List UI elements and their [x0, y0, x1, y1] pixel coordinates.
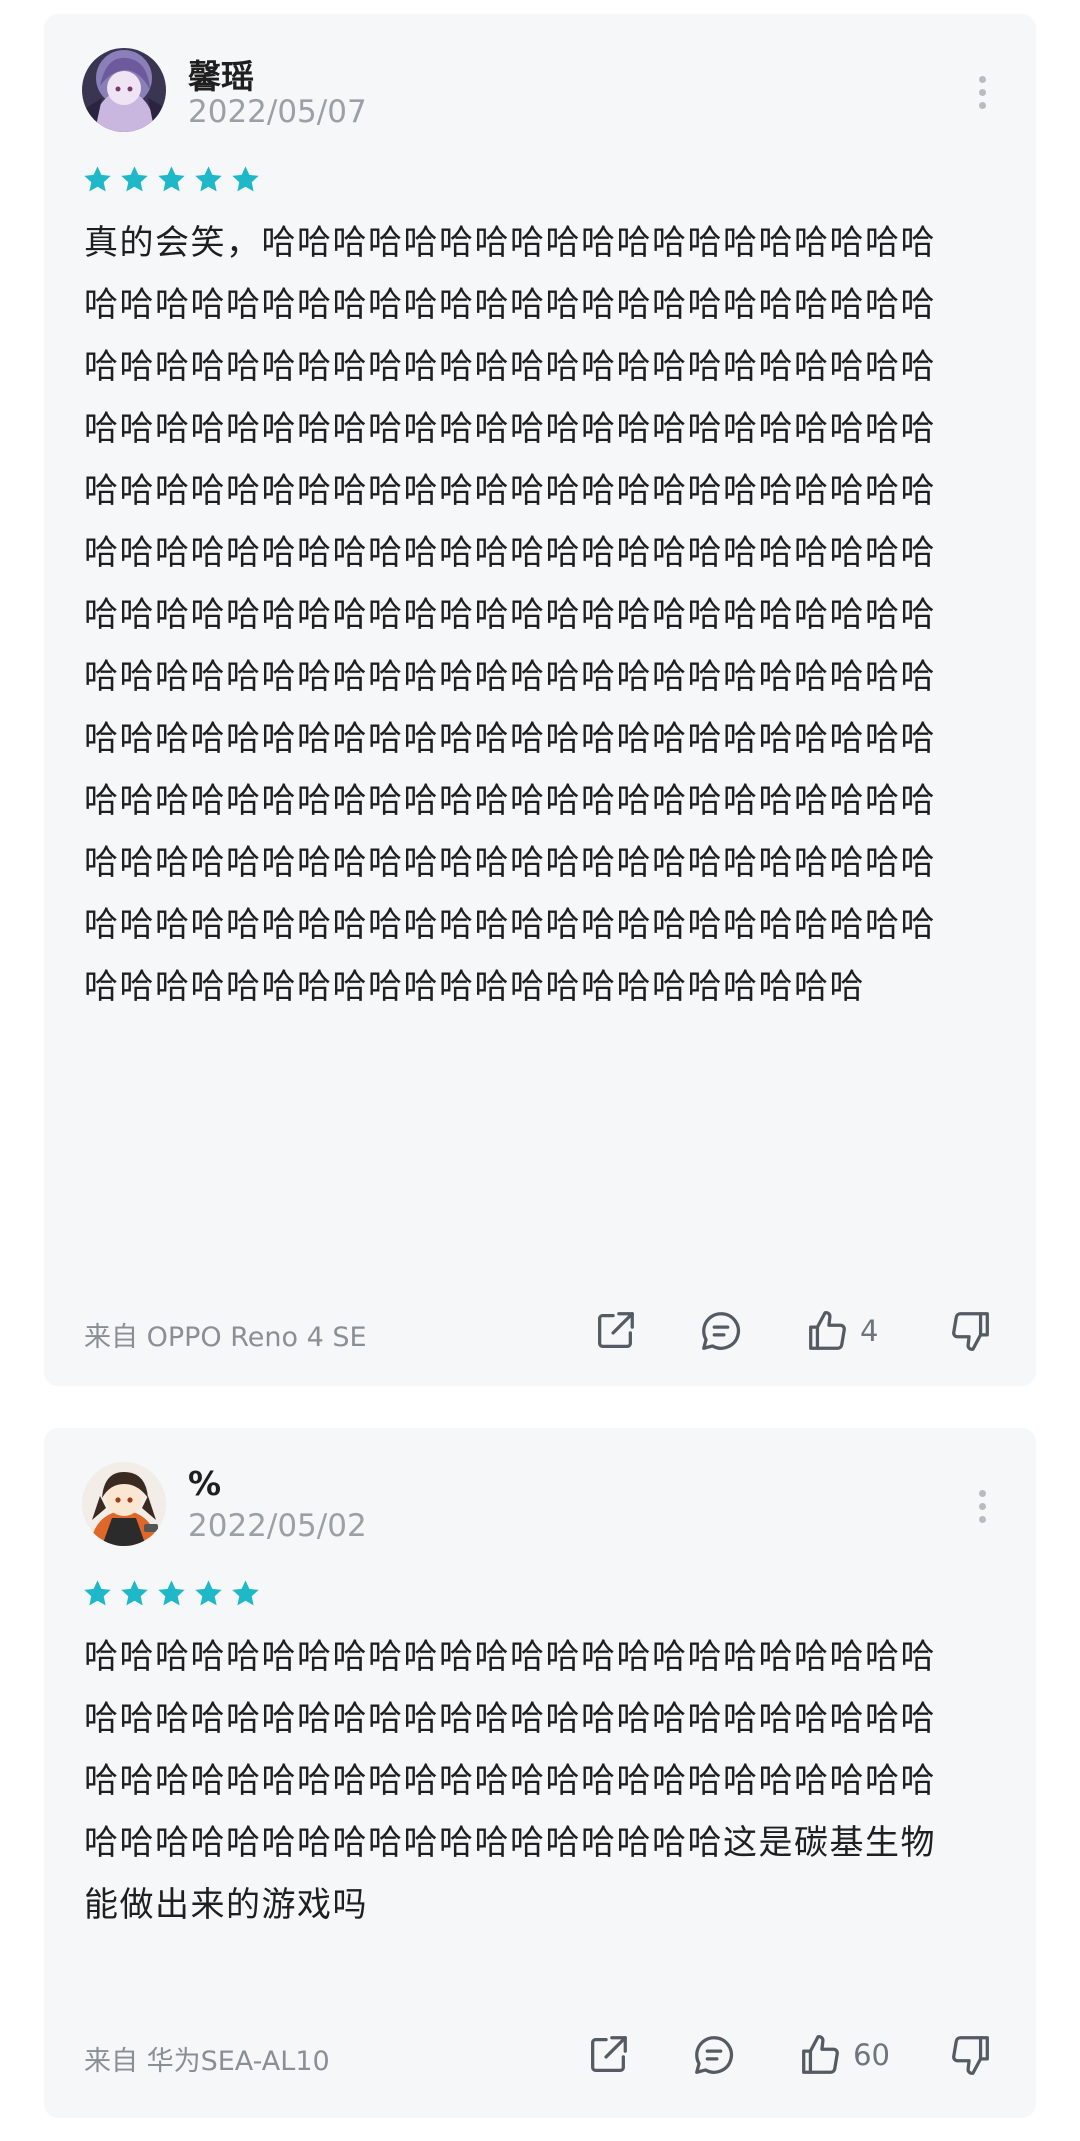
- thumbs-up-icon[interactable]: [795, 2030, 845, 2080]
- like-button[interactable]: 60: [795, 2030, 890, 2080]
- review-card: % 2022/05/02 哈哈哈哈哈哈哈哈哈哈哈哈哈哈哈哈哈哈哈哈哈哈哈哈哈哈哈…: [44, 1428, 1036, 2118]
- star-icon: [158, 1580, 185, 1606]
- review-card: 馨瑶 2022/05/07 真的会笑，哈哈哈哈哈哈哈哈哈哈哈哈哈哈哈哈哈哈哈哈哈…: [44, 14, 1036, 1386]
- star-icon: [232, 166, 259, 192]
- like-count: 4: [860, 1314, 879, 1348]
- star-icon: [195, 166, 222, 192]
- avatar[interactable]: [82, 1462, 166, 1546]
- star-icon: [84, 1580, 111, 1606]
- rating-stars: [82, 1578, 261, 1610]
- device-label: 来自 OPPO Reno 4 SE: [84, 1322, 367, 1353]
- username[interactable]: 馨瑶: [188, 50, 254, 98]
- like-count: 60: [853, 2038, 890, 2072]
- review-text: 哈哈哈哈哈哈哈哈哈哈哈哈哈哈哈哈哈哈哈哈哈哈哈哈哈哈哈哈哈哈哈哈哈哈哈哈哈哈哈哈…: [84, 1637, 936, 1925]
- review-actions: 4: [590, 1303, 996, 1359]
- comment-icon[interactable]: [696, 1306, 746, 1356]
- device-label: 来自 华为SEA-AL10: [84, 2046, 330, 2077]
- share-icon[interactable]: [583, 2030, 633, 2080]
- star-icon: [195, 1580, 222, 1606]
- thumbs-down-icon[interactable]: [946, 1306, 996, 1356]
- review-date: 2022/05/07: [188, 94, 367, 130]
- review-actions: 60: [583, 2027, 996, 2083]
- more-options-icon[interactable]: [976, 76, 988, 116]
- review-footer: 来自 华为SEA-AL10 60: [84, 2027, 996, 2083]
- like-button[interactable]: 4: [802, 1306, 890, 1356]
- more-options-icon[interactable]: [976, 1490, 988, 1530]
- star-icon: [121, 166, 148, 192]
- avatar[interactable]: [82, 48, 166, 132]
- star-icon: [84, 166, 111, 192]
- star-icon: [121, 1580, 148, 1606]
- share-icon[interactable]: [590, 1306, 640, 1356]
- star-icon: [158, 166, 185, 192]
- username[interactable]: %: [188, 1464, 221, 1503]
- star-icon: [232, 1580, 259, 1606]
- comment-icon[interactable]: [689, 2030, 739, 2080]
- review-date: 2022/05/02: [188, 1508, 367, 1544]
- review-footer: 来自 OPPO Reno 4 SE 4: [84, 1303, 996, 1359]
- rating-stars: [82, 164, 261, 196]
- thumbs-down-icon[interactable]: [946, 2030, 996, 2080]
- review-text: 真的会笑，哈哈哈哈哈哈哈哈哈哈哈哈哈哈哈哈哈哈哈哈哈哈哈哈哈哈哈哈哈哈哈哈哈哈哈…: [84, 223, 936, 1007]
- thumbs-up-icon[interactable]: [802, 1306, 852, 1356]
